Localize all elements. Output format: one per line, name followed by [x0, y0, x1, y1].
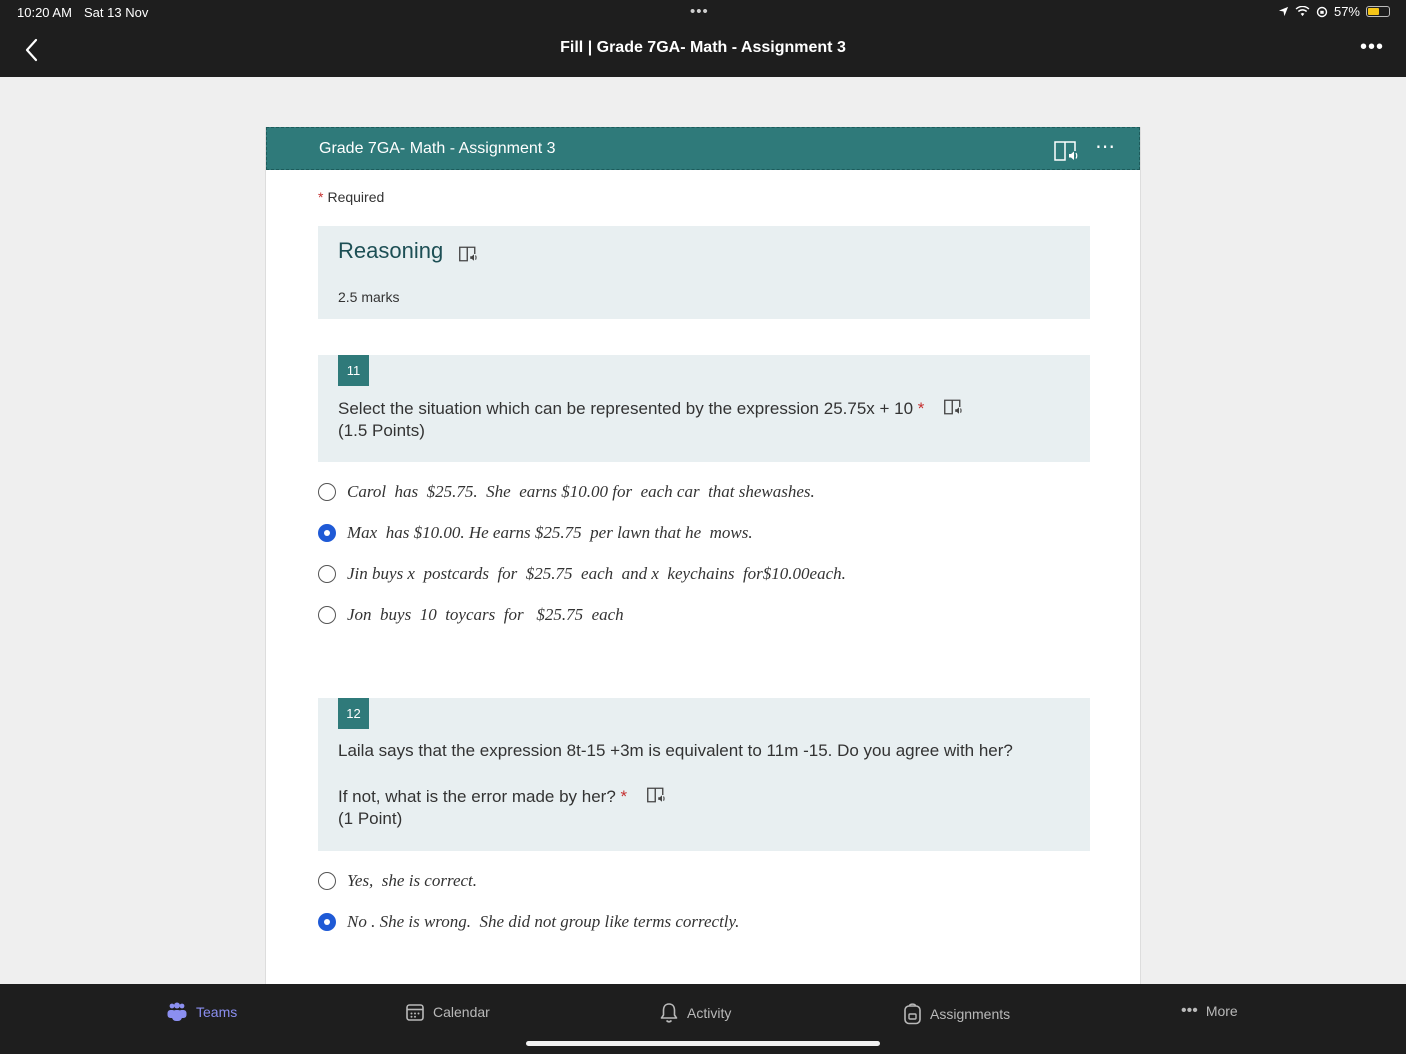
question-prompt: Select the situation which can be repres… — [338, 398, 914, 418]
required-star: * — [620, 786, 628, 806]
more-options-icon[interactable]: ••• — [1360, 36, 1384, 59]
status-date: Sat 13 Nov — [84, 5, 149, 20]
bottom-tab-bar: Teams Calendar Activity Assignments ••• … — [0, 984, 1406, 1054]
question-points: (1 Point) — [338, 809, 403, 828]
question-11: 11 Select the situation which can be rep… — [318, 355, 1090, 462]
option-label: Max has $10.00. He earns $25.75 per lawn… — [347, 523, 753, 542]
question-number: 11 — [338, 355, 369, 386]
option-label: Yes, she is correct. — [347, 871, 478, 890]
tab-label: Teams — [196, 1004, 238, 1020]
tab-assignments[interactable]: Assignments — [903, 1002, 1010, 1025]
tab-label: More — [1205, 1003, 1238, 1019]
tab-teams[interactable]: Teams — [166, 1002, 237, 1022]
option-q11-a[interactable]: Carol has $25.75. She earns $10.00 for e… — [318, 482, 815, 502]
radio-button[interactable] — [318, 565, 336, 583]
immersive-reader-icon[interactable] — [646, 786, 666, 809]
tab-activity[interactable]: Activity — [659, 1002, 731, 1024]
page-title: Fill | Grade 7GA- Math - Assignment 3 — [560, 39, 846, 56]
option-label: No . She is wrong. She did not group lik… — [347, 912, 740, 931]
immersive-reader-icon[interactable] — [458, 245, 478, 263]
wifi-icon — [1295, 6, 1310, 17]
radio-button-selected[interactable] — [318, 524, 336, 542]
section-title: Reasoning — [338, 238, 444, 263]
question-prompt-followup: If not, what is the error made by her? — [338, 786, 616, 806]
form-card: Grade 7GA- Math - Assignment 3 ⋯ * Requir… — [265, 127, 1141, 984]
tab-label: Assignments — [930, 1005, 1011, 1022]
battery-percentage: 57% — [1333, 4, 1360, 19]
status-time: 10:20 AM — [17, 5, 72, 20]
required-label: Required — [327, 189, 385, 205]
question-points: (1.5 Points) — [338, 421, 425, 440]
required-note: * Required — [318, 189, 385, 205]
calendar-icon — [406, 1004, 424, 1021]
question-number: 12 — [338, 698, 369, 729]
status-indicators: 57% — [1278, 4, 1390, 19]
battery-icon — [1366, 6, 1390, 17]
required-star: * — [917, 398, 925, 418]
question-prompt: Laila says that the expression 8t-15 +3m… — [338, 741, 1013, 760]
home-indicator[interactable] — [526, 1041, 880, 1046]
radio-button[interactable] — [318, 606, 336, 624]
question-12: 12 Laila says that the expression 8t-15 … — [318, 698, 1090, 851]
tab-more[interactable]: ••• More — [1181, 1002, 1238, 1020]
section-header: Reasoning 2.5 marks — [318, 226, 1090, 319]
radio-button-selected[interactable] — [318, 913, 336, 931]
radio-button[interactable] — [318, 483, 336, 501]
bell-icon — [660, 1003, 678, 1023]
option-label: Jin buys x postcards for $25.75 each and… — [347, 564, 846, 583]
section-marks: 2.5 marks — [338, 289, 400, 305]
ellipsis-icon: ••• — [1181, 1002, 1198, 1019]
option-q12-a[interactable]: Yes, she is correct. — [318, 871, 477, 891]
immersive-reader-icon[interactable] — [943, 398, 963, 421]
question-text: If not, what is the error made by her? * — [338, 786, 666, 809]
backpack-icon — [904, 1003, 921, 1025]
option-q11-d[interactable]: Jon buys 10 toycars for $25.75 each — [318, 605, 624, 625]
question-text: Select the situation which can be repres… — [338, 398, 963, 421]
tab-label: Calendar — [433, 1004, 490, 1020]
form-more-icon[interactable]: ⋯ — [1095, 134, 1115, 159]
radio-button[interactable] — [318, 872, 336, 890]
location-icon — [1278, 6, 1289, 17]
top-bar: 10:20 AM Sat 13 Nov ••• 57% Fill | Grade… — [0, 0, 1406, 77]
option-q11-b[interactable]: Max has $10.00. He earns $25.75 per lawn… — [318, 523, 753, 543]
option-label: Jon buys 10 toycars for $25.75 each — [347, 605, 624, 624]
tab-label: Activity — [687, 1005, 732, 1021]
form-header: Grade 7GA- Math - Assignment 3 ⋯ — [266, 127, 1140, 170]
option-label: Carol has $25.75. She earns $10.00 for e… — [347, 482, 815, 501]
option-q11-c[interactable]: Jin buys x postcards for $25.75 each and… — [318, 564, 846, 584]
orientation-lock-icon — [1316, 6, 1328, 17]
option-q12-b[interactable]: No . She is wrong. She did not group lik… — [318, 912, 739, 932]
multitasking-dots-icon[interactable]: ••• — [690, 3, 709, 20]
tab-calendar[interactable]: Calendar — [405, 1002, 490, 1022]
teams-icon — [167, 1002, 187, 1021]
form-title: Grade 7GA- Math - Assignment 3 — [319, 140, 556, 157]
immersive-reader-icon[interactable] — [1053, 139, 1079, 163]
